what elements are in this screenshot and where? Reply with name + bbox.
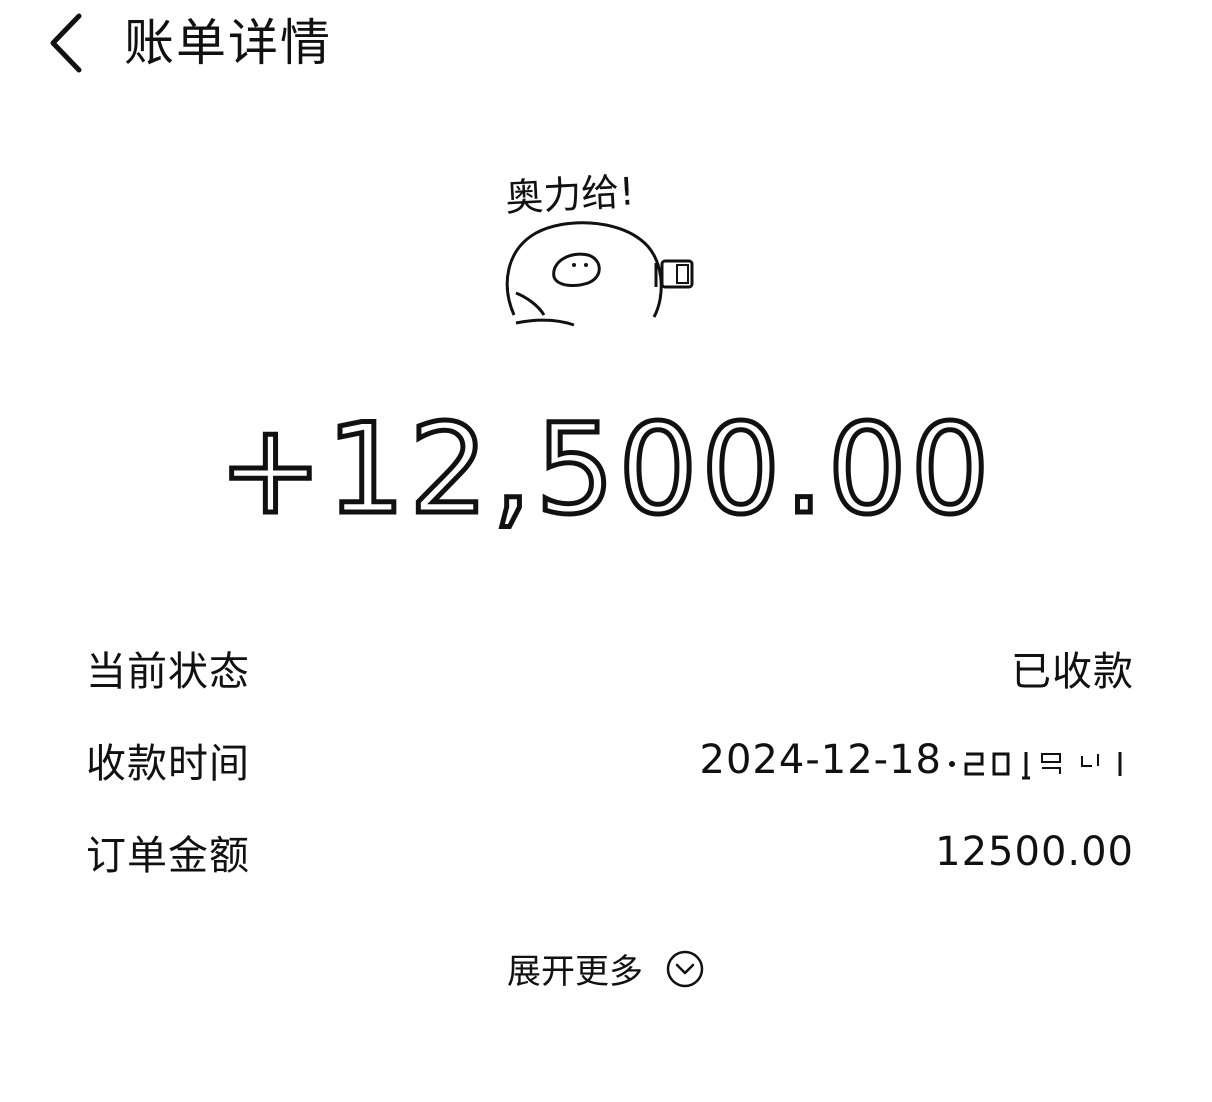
detail-label: 收款时间: [86, 741, 250, 787]
detail-value-container: 2024-12-18: [700, 737, 1134, 783]
chevron-left-icon: [50, 13, 82, 73]
detail-value: 已收款: [1011, 649, 1134, 695]
expand-more-label: 展开更多: [507, 952, 643, 992]
detail-label: 当前状态: [86, 649, 250, 695]
detail-row-time: 收款时间 2024-12-18: [86, 714, 1134, 806]
redacted-time: [942, 742, 1134, 782]
detail-value: 2024-12-18: [699, 737, 942, 783]
detail-row-status: 当前状态 已收款: [86, 622, 1134, 714]
chevron-down-circle-icon: [666, 950, 704, 987]
sticker-caption: 奥力给!: [504, 169, 635, 220]
bill-details: 当前状态 已收款 收款时间 2024-12-18 订单金额 12500.00: [86, 622, 1134, 898]
page-title: 账单详情: [124, 14, 332, 72]
sticker-image: 奥力给!: [496, 165, 706, 335]
amount-display: +12,500.00: [216, 398, 994, 543]
detail-row-order-amount: 订单金额 12500.00: [86, 806, 1134, 898]
back-button[interactable]: [30, 8, 100, 78]
detail-label: 订单金额: [86, 833, 250, 879]
header-bar: 账单详情: [0, 0, 1212, 90]
detail-value: 12500.00: [935, 829, 1134, 875]
expand-more-button[interactable]: 展开更多: [0, 944, 1212, 993]
